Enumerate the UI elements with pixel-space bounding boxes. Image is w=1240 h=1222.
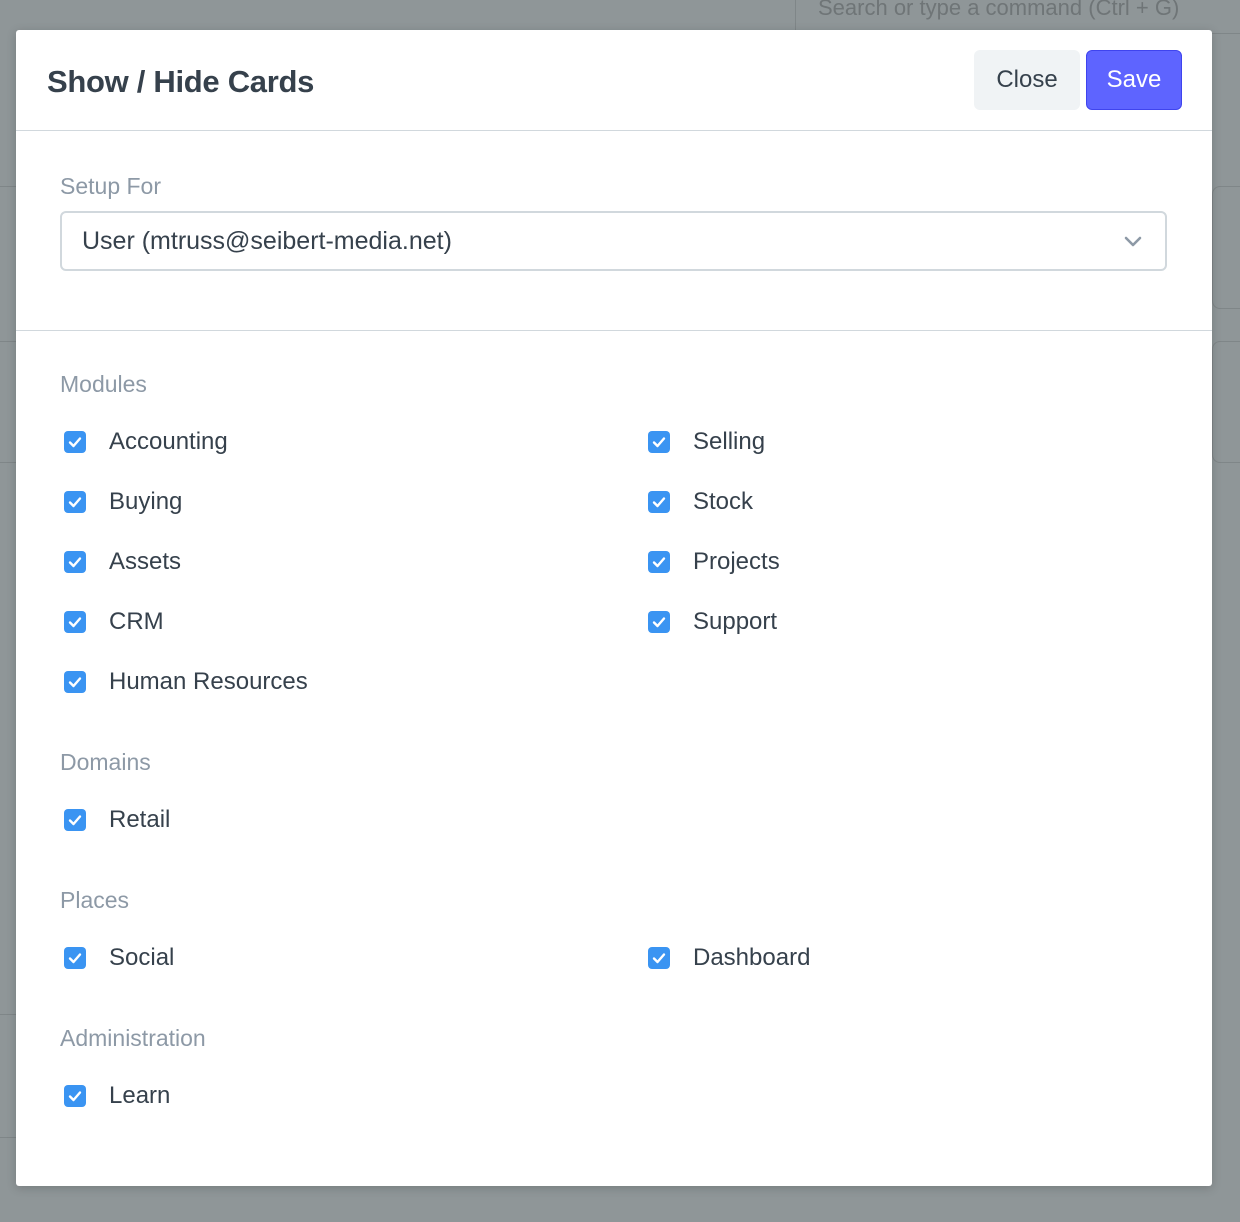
checkbox-label: Human Resources <box>109 668 308 695</box>
background-divider <box>0 1137 16 1138</box>
checkbox-label: Accounting <box>109 428 228 455</box>
checkbox-label: Learn <box>109 1082 171 1109</box>
checkbox-label: Retail <box>109 806 171 833</box>
checkbox-checked-icon[interactable] <box>648 491 670 513</box>
show-hide-cards-dialog: Show / Hide Cards Close Save Setup For U… <box>16 30 1212 1186</box>
group-label-administration: Administration <box>60 1025 206 1051</box>
background-card <box>1212 186 1240 309</box>
checkbox-label: Support <box>693 608 778 635</box>
setup-for-select[interactable]: User (mtruss@seibert-media.net) <box>60 211 1167 271</box>
group-label-domains: Domains <box>60 749 151 775</box>
background-divider <box>0 462 16 463</box>
checkbox-label: CRM <box>109 608 164 635</box>
checkbox-checked-icon[interactable] <box>648 611 670 633</box>
checkbox-checked-icon[interactable] <box>64 431 86 453</box>
checkbox-label: Buying <box>109 488 183 515</box>
background-search-bar: Search or type a command (Ctrl + G) <box>795 0 1240 34</box>
setup-for-label: Setup For <box>60 173 161 199</box>
background-divider <box>0 341 16 342</box>
checkbox-label: Stock <box>693 488 754 515</box>
checkbox-checked-icon[interactable] <box>64 491 86 513</box>
checkbox-checked-icon[interactable] <box>64 551 86 573</box>
close-button[interactable]: Close <box>974 50 1080 110</box>
checkbox-checked-icon[interactable] <box>64 1085 86 1107</box>
background-card <box>1212 341 1240 463</box>
checkbox-label: Assets <box>109 548 182 575</box>
checkbox-label: Projects <box>693 548 780 575</box>
checkbox-checked-icon[interactable] <box>648 947 670 969</box>
checkbox-label: Selling <box>693 428 766 455</box>
checkbox-checked-icon[interactable] <box>64 611 86 633</box>
checkbox-label: Social <box>109 944 175 971</box>
checkbox-checked-icon[interactable] <box>64 671 86 693</box>
checkbox-label: Dashboard <box>693 944 811 971</box>
setup-for-section: Setup For User (mtruss@seibert-media.net… <box>16 131 1212 331</box>
modal-header: Show / Hide Cards Close Save <box>16 30 1212 131</box>
modal-title: Show / Hide Cards <box>47 64 315 99</box>
group-label-modules: Modules <box>60 371 147 397</box>
checkbox-checked-icon[interactable] <box>64 809 86 831</box>
checkbox-checked-icon[interactable] <box>648 551 670 573</box>
chevron-down-icon <box>1123 231 1143 251</box>
background-divider <box>0 186 16 187</box>
group-label-places: Places <box>60 887 130 913</box>
setup-for-selected-value: User (mtruss@seibert-media.net) <box>82 227 452 255</box>
checkbox-checked-icon[interactable] <box>64 947 86 969</box>
background-divider <box>0 1014 16 1015</box>
save-button[interactable]: Save <box>1086 50 1182 110</box>
checkbox-checked-icon[interactable] <box>648 431 670 453</box>
